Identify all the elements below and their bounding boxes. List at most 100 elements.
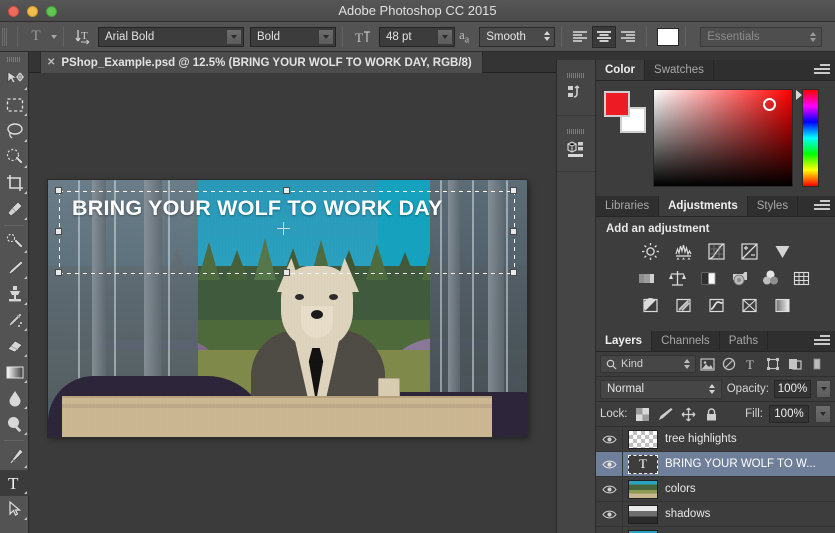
- panel-menu-icon[interactable]: [814, 64, 830, 77]
- filter-shape-layers-icon[interactable]: [762, 354, 784, 374]
- table-row[interactable]: colors: [596, 477, 835, 502]
- chevron-down-icon[interactable]: [318, 29, 334, 45]
- anti-alias-select[interactable]: Smooth: [479, 27, 555, 47]
- tab-layers[interactable]: Layers: [596, 331, 652, 351]
- posterize-icon[interactable]: [673, 296, 694, 315]
- tab-paths[interactable]: Paths: [720, 331, 768, 351]
- hue-slider-pointer-icon[interactable]: [796, 90, 802, 100]
- foreground-background-swatches[interactable]: [604, 91, 644, 131]
- color-lookup-icon[interactable]: [791, 269, 812, 288]
- filter-smart-object-icon[interactable]: [784, 354, 806, 374]
- text-orientation-icon[interactable]: T: [70, 25, 96, 49]
- transform-bounding-box[interactable]: [59, 191, 515, 274]
- gradient-map-icon[interactable]: [772, 296, 793, 315]
- vibrance-icon[interactable]: [772, 242, 793, 261]
- pen-tool[interactable]: [0, 444, 29, 470]
- filter-toggle-icon[interactable]: [806, 354, 828, 374]
- type-tool-icon[interactable]: T: [24, 26, 48, 48]
- tab-libraries[interactable]: Libraries: [596, 196, 659, 216]
- layer-visibility-toggle[interactable]: [596, 452, 623, 477]
- panel-grip[interactable]: [567, 129, 585, 134]
- font-size-select[interactable]: 48 pt: [379, 27, 455, 47]
- eraser-tool[interactable]: [0, 333, 29, 359]
- foreground-color-swatch[interactable]: [604, 91, 630, 117]
- text-color-swatch[interactable]: [657, 28, 679, 46]
- align-left-button[interactable]: [568, 26, 592, 48]
- stepper-arrows-icon[interactable]: [684, 359, 690, 369]
- layer-thumbnail[interactable]: [628, 480, 658, 499]
- align-center-button[interactable]: [592, 26, 616, 48]
- fill-chevron-down-icon[interactable]: [815, 405, 831, 423]
- lock-image-pixels-icon[interactable]: [657, 406, 674, 423]
- layer-name[interactable]: tree highlights: [665, 433, 737, 445]
- panel-menu-icon[interactable]: [814, 200, 830, 213]
- layer-thumbnail[interactable]: [628, 430, 658, 449]
- tab-styles[interactable]: Styles: [748, 196, 798, 216]
- levels-icon[interactable]: [673, 242, 694, 261]
- exposure-icon[interactable]: [739, 242, 760, 261]
- opacity-chevron-down-icon[interactable]: [816, 380, 831, 398]
- path-selection-tool[interactable]: [0, 496, 29, 522]
- crop-tool[interactable]: [0, 170, 29, 196]
- transform-handle-top-right[interactable]: [510, 187, 517, 194]
- quick-selection-tool[interactable]: [0, 144, 29, 170]
- brightness-contrast-icon[interactable]: [640, 242, 661, 261]
- layer-visibility-toggle[interactable]: [596, 427, 623, 452]
- channel-mixer-icon[interactable]: [760, 269, 781, 288]
- layer-name[interactable]: shadows: [665, 508, 710, 520]
- transform-handle-middle-right[interactable]: [510, 228, 517, 235]
- threshold-icon[interactable]: [706, 296, 727, 315]
- tool-preset-chevron-icon[interactable]: [51, 35, 57, 39]
- eyedropper-tool[interactable]: [0, 196, 29, 222]
- hue-saturation-icon[interactable]: [636, 269, 657, 288]
- layer-visibility-toggle[interactable]: [596, 502, 623, 527]
- filter-adjustment-layers-icon[interactable]: [718, 354, 740, 374]
- transform-handle-middle-left[interactable]: [55, 228, 62, 235]
- align-right-button[interactable]: [616, 26, 640, 48]
- move-tool[interactable]: [0, 66, 29, 92]
- table-row[interactable]: shadows: [596, 502, 835, 527]
- panel-menu-icon[interactable]: [814, 335, 830, 348]
- curves-icon[interactable]: [706, 242, 727, 261]
- color-balance-icon[interactable]: [667, 269, 688, 288]
- dodge-tool[interactable]: [0, 411, 29, 437]
- gradient-tool[interactable]: [0, 359, 29, 385]
- document-tab[interactable]: ✕ PShop_Example.psd @ 12.5% (BRING YOUR …: [40, 52, 483, 73]
- type-tool[interactable]: T: [0, 470, 29, 496]
- canvas-area[interactable]: BRING YOUR WOLF TO WORK DAY: [29, 73, 556, 533]
- transform-handle-top-left[interactable]: [55, 187, 62, 194]
- layer-filter-kind-select[interactable]: Kind: [600, 355, 696, 373]
- layer-name[interactable]: colors: [665, 483, 696, 495]
- transform-handle-bottom-center[interactable]: [283, 269, 290, 276]
- stepper-arrows-icon[interactable]: [709, 384, 715, 394]
- tab-adjustments[interactable]: Adjustments: [659, 196, 748, 216]
- opacity-value[interactable]: 100%: [774, 380, 811, 398]
- table-row[interactable]: T BRING YOUR WOLF TO W...: [596, 452, 835, 477]
- tab-color[interactable]: Color: [596, 60, 645, 80]
- layer-thumbnail[interactable]: [628, 530, 658, 533]
- history-panel-button[interactable]: [557, 60, 595, 116]
- lock-all-icon[interactable]: [703, 406, 720, 423]
- filter-pixel-layers-icon[interactable]: [696, 354, 718, 374]
- layer-visibility-toggle[interactable]: [596, 527, 623, 533]
- fill-value[interactable]: 100%: [769, 405, 809, 423]
- clone-stamp-tool[interactable]: [0, 281, 29, 307]
- transform-handle-bottom-left[interactable]: [55, 269, 62, 276]
- options-bar-grip[interactable]: [2, 26, 11, 48]
- panel-grip[interactable]: [567, 73, 585, 78]
- rectangular-marquee-tool[interactable]: [0, 92, 29, 118]
- layer-name[interactable]: BRING YOUR WOLF TO W...: [665, 458, 816, 470]
- table-row[interactable]: tree highlights: [596, 427, 835, 452]
- close-icon[interactable]: ✕: [47, 57, 55, 68]
- selective-color-icon[interactable]: [739, 296, 760, 315]
- brush-tool[interactable]: [0, 255, 29, 281]
- font-style-select[interactable]: Bold: [250, 27, 336, 47]
- chevron-down-icon[interactable]: [226, 29, 242, 45]
- layer-thumbnail[interactable]: T: [628, 455, 658, 474]
- table-row[interactable]: [596, 527, 835, 533]
- font-family-select[interactable]: Arial Bold: [98, 27, 244, 47]
- stepper-arrows-icon[interactable]: [544, 31, 550, 41]
- stepper-arrows-icon[interactable]: [810, 32, 816, 42]
- lock-position-icon[interactable]: [680, 406, 697, 423]
- filter-type-layers-icon[interactable]: T: [740, 354, 762, 374]
